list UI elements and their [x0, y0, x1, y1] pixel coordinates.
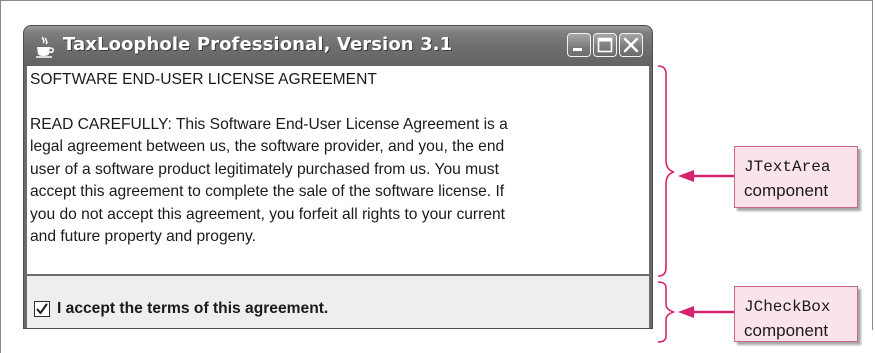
callout-class-name: JTextArea [744, 158, 831, 176]
checkbox-bracket [657, 281, 675, 343]
jtextarea-callout: JTextArea component [734, 146, 858, 208]
checkbox-arrow-head [678, 306, 694, 318]
callout-component-word: component [744, 181, 829, 200]
textarea-bracket [657, 65, 675, 277]
callout-component-word: component [744, 321, 829, 340]
callout-class-name: JCheckBox [744, 298, 831, 316]
jcheckbox-callout: JCheckBox component [734, 286, 858, 342]
textarea-arrow-head [678, 170, 694, 182]
